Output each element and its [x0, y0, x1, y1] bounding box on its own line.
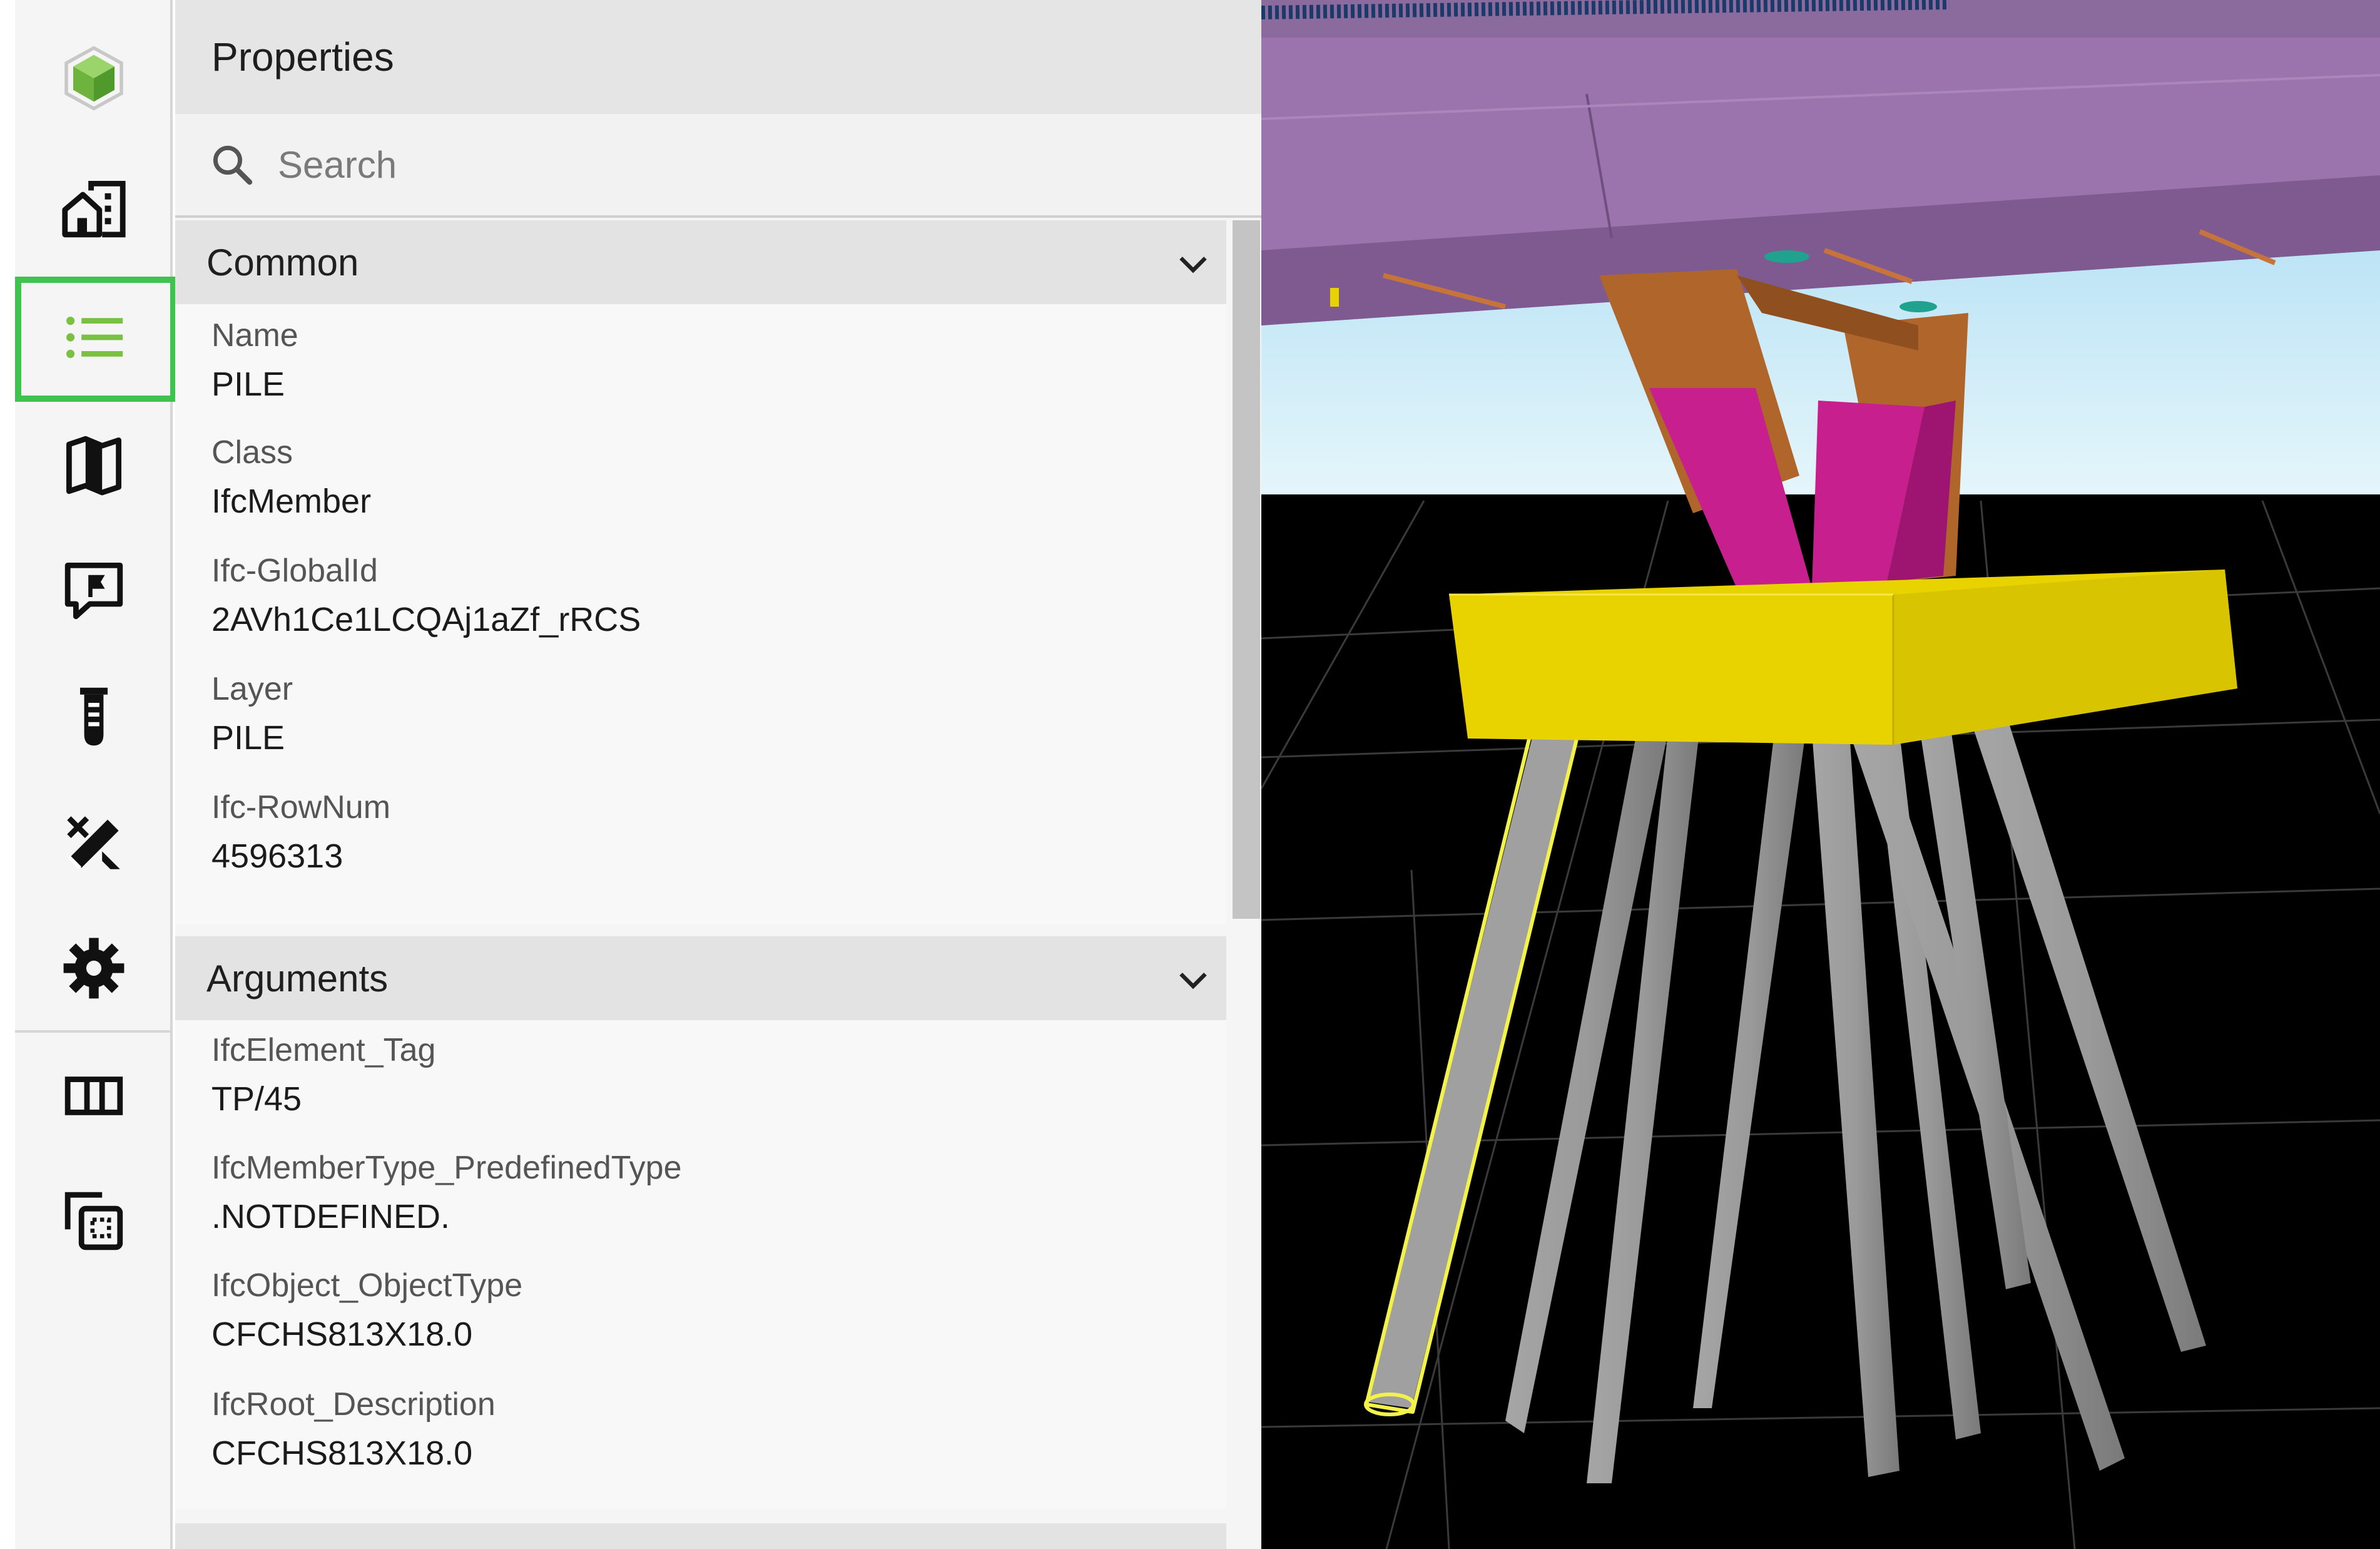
- property-label: IfcObject_ObjectType: [211, 1267, 523, 1304]
- section-header-arguments[interactable]: Arguments: [175, 936, 1226, 1020]
- property-value: CFCHS813X18.0: [211, 1434, 473, 1472]
- property-item: Layer PILE: [211, 670, 293, 758]
- section-body-common: Name PILE Class IfcMember Ifc-GlobalId 2…: [175, 304, 1226, 924]
- panel-header: Properties: [175, 0, 1261, 114]
- properties-scroll-area[interactable]: Common Name PILE Class IfcMember Ifc-Glo…: [175, 220, 1261, 1549]
- property-value: 4596313: [211, 837, 343, 875]
- property-item: Ifc-RowNum 4596313: [211, 789, 390, 876]
- icon-rail: [15, 0, 173, 1549]
- scrollbar-thumb[interactable]: [1233, 220, 1260, 919]
- section-title: Arguments: [206, 957, 389, 999]
- buildings-icon[interactable]: [15, 149, 173, 268]
- property-label: Class: [211, 434, 293, 471]
- property-label: IfcRoot_Description: [211, 1386, 496, 1423]
- test-tube-icon[interactable]: [15, 657, 173, 776]
- 3d-scene[interactable]: [1261, 0, 2380, 1549]
- property-value: CFCHS813X18.0: [211, 1316, 473, 1353]
- property-label: IfcElement_Tag: [211, 1032, 436, 1068]
- map-icon[interactable]: [15, 406, 173, 524]
- section-body-arguments: IfcElement_Tag TP/45 IfcMemberType_Prede…: [175, 1020, 1226, 1508]
- selected-item-highlight: [15, 277, 176, 402]
- property-item: IfcRoot_Description CFCHS813X18.0: [211, 1386, 496, 1473]
- measure-tools-icon[interactable]: [15, 784, 173, 902]
- property-value: IfcMember: [211, 483, 372, 520]
- section-header-common[interactable]: Common: [175, 220, 1226, 304]
- columns-icon[interactable]: [15, 1036, 173, 1155]
- property-item: IfcElement_Tag TP/45: [211, 1031, 435, 1119]
- property-value: PILE: [211, 366, 285, 403]
- panel-title: Properties: [211, 34, 394, 79]
- property-value: TP/45: [211, 1080, 302, 1118]
- search-icon: [213, 145, 253, 185]
- chevron-down-icon[interactable]: [1176, 247, 1210, 280]
- property-item: Class IfcMember: [211, 434, 371, 521]
- property-item: IfcMemberType_PredefinedType .NOTDEFINED…: [211, 1149, 682, 1237]
- property-value: .NOTDEFINED.: [211, 1198, 450, 1235]
- gear-icon[interactable]: [15, 909, 173, 1028]
- section-header-next[interactable]: [175, 1523, 1226, 1549]
- property-item: Ifc-GlobalId 2AVh1Ce1LCQAj1aZf_rRCS: [211, 552, 641, 640]
- property-item: Name PILE: [211, 317, 298, 404]
- chevron-down-icon[interactable]: [1176, 963, 1210, 996]
- property-label: Ifc-RowNum: [211, 789, 391, 826]
- select-region-icon[interactable]: [15, 1162, 173, 1281]
- app-logo-icon[interactable]: [15, 19, 173, 138]
- search-bar[interactable]: [175, 114, 1261, 218]
- property-label: Name: [211, 317, 298, 354]
- rail-divider: [15, 1030, 173, 1033]
- property-label: Ifc-GlobalId: [211, 553, 378, 589]
- properties-panel: Properties Common Name PILE Class IfcMem…: [175, 0, 1261, 1549]
- property-label: Layer: [211, 671, 293, 707]
- 3d-viewport[interactable]: [1261, 0, 2380, 1549]
- property-item: IfcObject_ObjectType CFCHS813X18.0: [211, 1267, 522, 1354]
- section-title: Common: [206, 241, 359, 284]
- property-label: IfcMemberType_PredefinedType: [211, 1150, 682, 1186]
- property-value: PILE: [211, 719, 285, 757]
- search-input[interactable]: [277, 142, 1092, 187]
- comment-flag-icon[interactable]: [15, 531, 173, 650]
- property-value: 2AVh1Ce1LCQAj1aZf_rRCS: [211, 601, 641, 638]
